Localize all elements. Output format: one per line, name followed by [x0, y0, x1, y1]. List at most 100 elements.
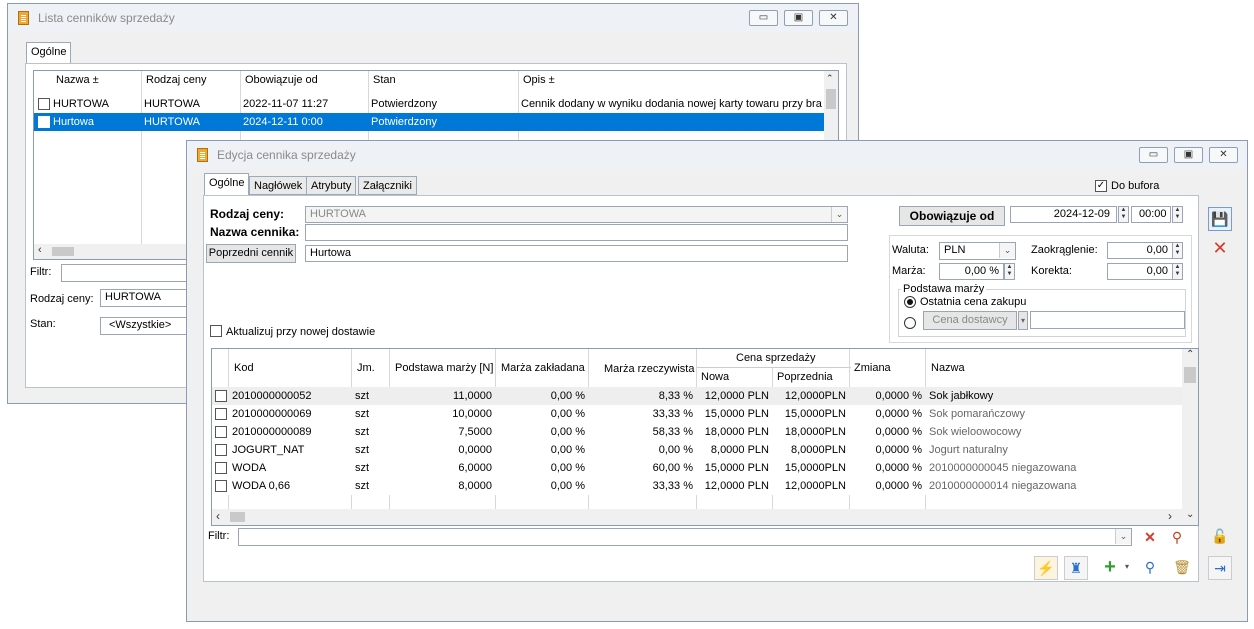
table-row[interactable]: WODA 0,66 szt 8,0000 0,00 % 33,33 % 12,0000 P… — [212, 477, 1182, 495]
table-row[interactable]: JOGURT_NAT szt 0,0000 0,00 % 0,00 % 8,0000 PL… — [212, 441, 1182, 459]
nazwa-label: Nazwa cennika: — [210, 225, 300, 239]
cena-dostawcy-dropdown[interactable]: ▾ — [1018, 311, 1028, 330]
time-input[interactable]: 00:00 — [1131, 206, 1171, 223]
date-input[interactable]: 2024-12-09 — [1010, 206, 1117, 223]
col-header-nazwa[interactable]: Nazwa — [927, 359, 965, 378]
filter-input[interactable] — [61, 264, 191, 282]
tab-atrybuty[interactable]: Atrybuty — [306, 176, 357, 195]
time-spinner[interactable]: ▲ ▼ — [1172, 206, 1183, 223]
marza-spinner[interactable]: ▲ ▼ — [1004, 263, 1015, 280]
marza-input[interactable]: 0,00 % — [939, 263, 1004, 280]
table-row[interactable]: 2010000000069 szt 10,0000 0,00 % 33,33 % 15,0… — [212, 405, 1182, 423]
table-row[interactable]: 2010000000089 szt 7,5000 0,00 % 58,33 % 18,00… — [212, 423, 1182, 441]
filter-search-icon[interactable]: ⚲ — [1166, 526, 1188, 548]
zaokraglenie-label: Zaokrąglenie: — [1031, 244, 1098, 256]
poprzedni-cennik-field[interactable]: Hurtowa — [305, 245, 848, 262]
zaokraglenie-spinner[interactable]: ▲ ▼ — [1172, 242, 1183, 259]
poprzedni-cennik-button[interactable]: Poprzedni cennik — [206, 244, 296, 263]
row-checkbox[interactable] — [38, 98, 50, 110]
cell-kod: 2010000000089 — [232, 426, 312, 438]
vertical-scrollbar[interactable]: ⌃ ⌄ — [1182, 349, 1198, 525]
cena-dostawcy-field[interactable] — [1030, 311, 1185, 329]
minimize-button[interactable]: ▭ — [1139, 147, 1168, 163]
table-row[interactable]: WODA szt 6,0000 0,00 % 60,00 % 15,0000 PLN 15,… — [212, 459, 1182, 477]
minimize-button[interactable]: ▭ — [749, 10, 778, 26]
waluta-dropdown-icon[interactable]: ⌄ — [999, 243, 1015, 258]
col-header-rzeczywista[interactable]: Marża rzeczywista — [600, 360, 694, 379]
delete-icon[interactable]: 🗑 — [1170, 556, 1194, 580]
table-row[interactable]: 2010000000052 szt 11,0000 0,00 % 8,33 % 12,00… — [212, 387, 1182, 405]
close-button[interactable]: ✕ — [819, 10, 848, 26]
cell-kod: WODA 0,66 — [232, 480, 291, 492]
cell-zakladana: 0,00 % — [550, 426, 585, 438]
korekta-input[interactable]: 0,00 — [1107, 263, 1173, 280]
table-row-selected[interactable]: Hurtowa HURTOWA 2024-12-11 0:00 Potwierd… — [34, 113, 824, 131]
aktualizuj-checkbox[interactable] — [210, 325, 222, 337]
horizontal-scrollbar[interactable]: ‹ — [34, 244, 204, 259]
save-icon[interactable]: 💾 — [1208, 207, 1232, 231]
radio-cena-dostawcy[interactable] — [904, 317, 916, 329]
rodzaj-field[interactable]: HURTOWA — [100, 289, 191, 307]
lightning-icon[interactable]: ⚡ — [1034, 556, 1058, 580]
add-icon[interactable]: + — [1098, 556, 1122, 580]
row-checkbox[interactable] — [215, 426, 227, 438]
window-title: Lista cenników sprzedaży — [38, 11, 175, 25]
col-header-nowa[interactable]: Nowa — [697, 368, 729, 387]
col-header-podstawa[interactable]: Podstawa marży [N] — [391, 359, 493, 378]
filter-input[interactable] — [238, 528, 1132, 546]
col-header-poprzednia[interactable]: Poprzednia — [773, 368, 833, 387]
col-header-opis[interactable]: Opis ± — [519, 71, 819, 90]
date-spinner[interactable]: ▲ ▼ — [1118, 206, 1129, 223]
stan-select[interactable]: <Wszystkie> — [100, 317, 191, 335]
cell-podstawa: 10,0000 — [452, 408, 492, 420]
col-header-stan[interactable]: Stan — [369, 71, 519, 90]
tab-zalaczniki[interactable]: Załączniki — [358, 176, 417, 195]
rodzaj-dropdown-icon[interactable]: ⌄ — [831, 207, 847, 222]
cell-nowa: 15,0000 PLN — [704, 462, 769, 474]
maximize-button[interactable]: ▣ — [784, 10, 813, 26]
cena-dostawcy-button[interactable]: Cena dostawcy — [923, 311, 1017, 330]
row-checkbox[interactable] — [215, 462, 227, 474]
row-checkbox[interactable] — [215, 390, 227, 402]
table-row[interactable]: HURTOWA HURTOWA 2022-11-07 11:27 Potwier… — [34, 95, 824, 113]
filter-dropdown-icon[interactable]: ⌄ — [1115, 529, 1131, 544]
pin-icon[interactable]: ⇥ — [1208, 556, 1232, 580]
maximize-button[interactable]: ▣ — [1174, 147, 1203, 163]
nazwa-input[interactable] — [305, 224, 848, 241]
zaokraglenie-input[interactable]: 0,00 — [1107, 242, 1173, 259]
col-header-obowiazuje[interactable]: Obowiązuje od — [241, 71, 369, 90]
cell-zmiana: 0,0000 % — [875, 480, 922, 492]
col-header-zakladana[interactable]: Marża zakładana — [497, 359, 585, 378]
cancel-icon[interactable]: ✕ — [1208, 237, 1232, 261]
search-icon[interactable]: ⚲ — [1138, 556, 1162, 580]
obowiazuje-od-button[interactable]: Obowiązuje od — [899, 206, 1005, 226]
do-bufora-checkbox[interactable]: ✓ — [1095, 180, 1107, 192]
filter-label: Filtr: — [208, 530, 230, 542]
tab-ogolne[interactable]: Ogólne — [204, 173, 250, 195]
add-dropdown-icon[interactable]: ▾ — [1122, 556, 1132, 580]
waluta-label: Waluta: — [892, 244, 929, 256]
cell-zakladana: 0,00 % — [550, 390, 585, 402]
row-checkbox[interactable] — [215, 480, 227, 492]
col-header-zmiana[interactable]: Zmiana — [850, 359, 891, 378]
cell-nowa: 15,0000 PLN — [704, 408, 769, 420]
rodzaj-select[interactable]: HURTOWA — [305, 206, 848, 223]
col-header-nazwa[interactable]: Nazwa ± — [52, 71, 142, 90]
tab-naglowek[interactable]: Nagłówek — [249, 176, 308, 195]
radio-ostatnia-selected[interactable] — [904, 296, 916, 308]
korekta-spinner[interactable]: ▲ ▼ — [1172, 263, 1183, 280]
col-header-kod[interactable]: Kod — [230, 359, 254, 378]
row-checkbox[interactable] — [215, 408, 227, 420]
col-header-rodzaj[interactable]: Rodzaj ceny — [142, 71, 242, 90]
col-header-jm[interactable]: Jm. — [353, 359, 375, 378]
lock-icon[interactable]: 🔓 — [1208, 525, 1232, 549]
row-checkbox[interactable] — [38, 116, 50, 128]
close-button[interactable]: ✕ — [1209, 147, 1238, 163]
paint-bucket-icon[interactable]: ♜ — [1064, 556, 1088, 580]
cell-zmiana: 0,0000 % — [875, 426, 922, 438]
tab-ogolne[interactable]: Ogólne — [26, 42, 72, 64]
vertical-scrollbar[interactable]: ⌃ — [824, 71, 838, 141]
clear-filter-icon[interactable]: ✕ — [1139, 526, 1161, 548]
row-checkbox[interactable] — [215, 444, 227, 456]
horizontal-scrollbar[interactable]: ‹ › — [212, 509, 1182, 525]
